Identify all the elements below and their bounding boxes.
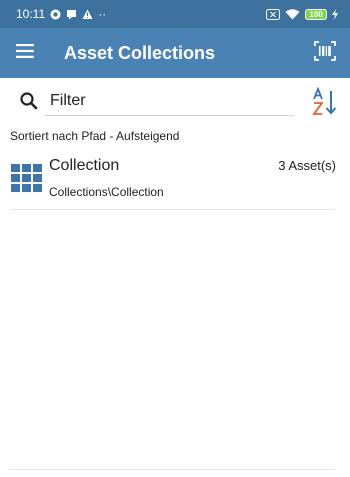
divider [10,209,335,210]
collection-path: Collections\Collection [49,185,164,199]
warning-icon [82,9,93,20]
menu-icon [16,43,34,63]
list-item[interactable]: Collection Collections\Collection 3 Asse… [0,150,350,210]
app-bar: Asset Collections [0,28,350,78]
search-icon [19,91,39,111]
chat-notification-icon [66,9,77,20]
status-right: 100 [266,8,338,20]
sort-status-text: Sortiert nach Pfad - Aufsteigend [10,129,180,143]
filter-input[interactable] [44,86,294,116]
battery-icon: 100 [305,8,327,20]
sort-az-icon [312,86,340,121]
filter-row [0,78,350,124]
page-title: Asset Collections [64,42,216,63]
barcode-scan-button[interactable] [300,28,350,78]
app-notification-icon [50,9,61,20]
collection-name: Collection [49,157,120,174]
status-left: 10:11 ·· [16,7,106,21]
barcode-scan-icon [314,40,336,66]
status-time: 10:11 [16,7,46,21]
grid-icon [11,162,43,194]
charging-icon [332,8,338,20]
status-bar: 10:11 ·· 100 [0,0,350,28]
sort-button[interactable] [312,86,340,117]
asset-count: 3 Asset(s) [278,158,336,173]
bottom-divider [10,469,335,470]
status-dots: ·· [98,7,107,21]
sim-icon [266,8,280,20]
wifi-icon [285,8,300,20]
menu-button[interactable] [0,28,50,78]
